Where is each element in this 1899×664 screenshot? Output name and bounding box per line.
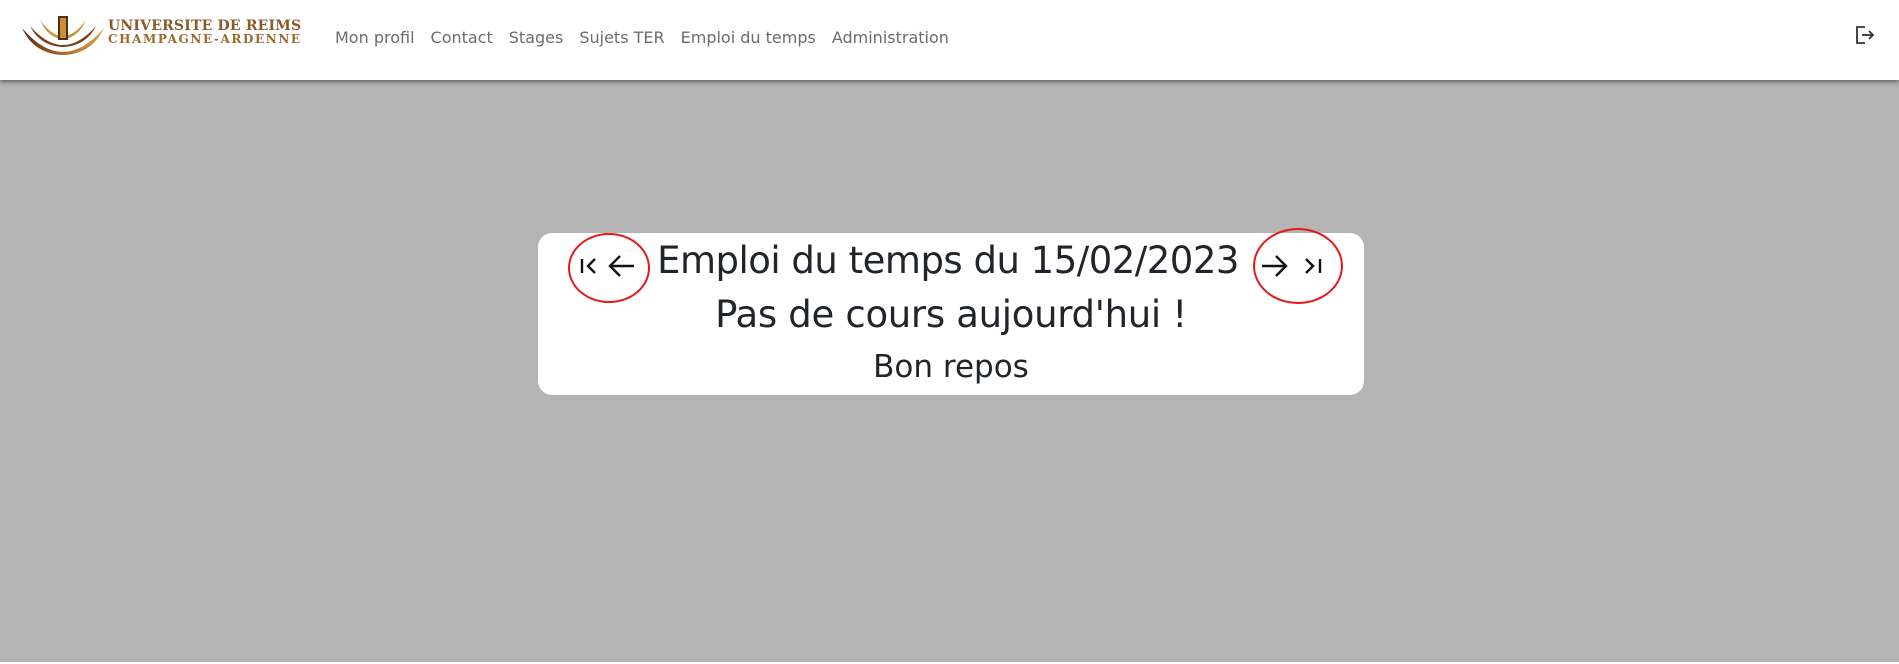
main-nav: Mon profil Contact Stages Sujets TER Emp… [335,28,965,47]
rest-message: Bon repos [873,349,1029,385]
university-emblem-icon [22,16,104,55]
last-day-button[interactable] [1298,250,1330,282]
schedule-card: Emploi du temps du 15/02/2023 Pas de cou… [538,228,1364,395]
first-page-icon [580,258,596,274]
nav-item-emploi-du-temps[interactable]: Emploi du temps [681,28,816,47]
university-name-line2: CHAMPAGNE-ARDENNE [108,32,302,46]
schedule-title: Emploi du temps du 15/02/2023 [657,239,1239,282]
nav-item-administration[interactable]: Administration [832,28,949,47]
previous-day-button[interactable] [606,250,638,282]
nav-item-sujets-ter[interactable]: Sujets TER [579,28,664,47]
no-class-message: Pas de cours aujourd'hui ! [715,293,1187,336]
logout-button[interactable] [1853,24,1875,46]
nav-item-stages[interactable]: Stages [509,28,564,47]
nav-item-mon-profil[interactable]: Mon profil [335,28,415,47]
arrow-left-icon [608,255,634,277]
schedule-title-row: Emploi du temps du 15/02/2023 [538,228,1364,304]
last-page-icon [1305,258,1322,274]
logout-icon [1856,26,1875,44]
top-navbar: UNIVERSITE DE REIMS CHAMPAGNE-ARDENNE Mo… [0,0,1899,80]
next-day-button[interactable] [1258,250,1290,282]
arrow-right-icon [1262,255,1288,277]
nav-item-contact[interactable]: Contact [431,28,493,47]
first-day-button[interactable] [573,250,605,282]
university-logo[interactable]: UNIVERSITE DE REIMS CHAMPAGNE-ARDENNE [20,16,301,56]
university-name: UNIVERSITE DE REIMS CHAMPAGNE-ARDENNE [108,19,302,46]
